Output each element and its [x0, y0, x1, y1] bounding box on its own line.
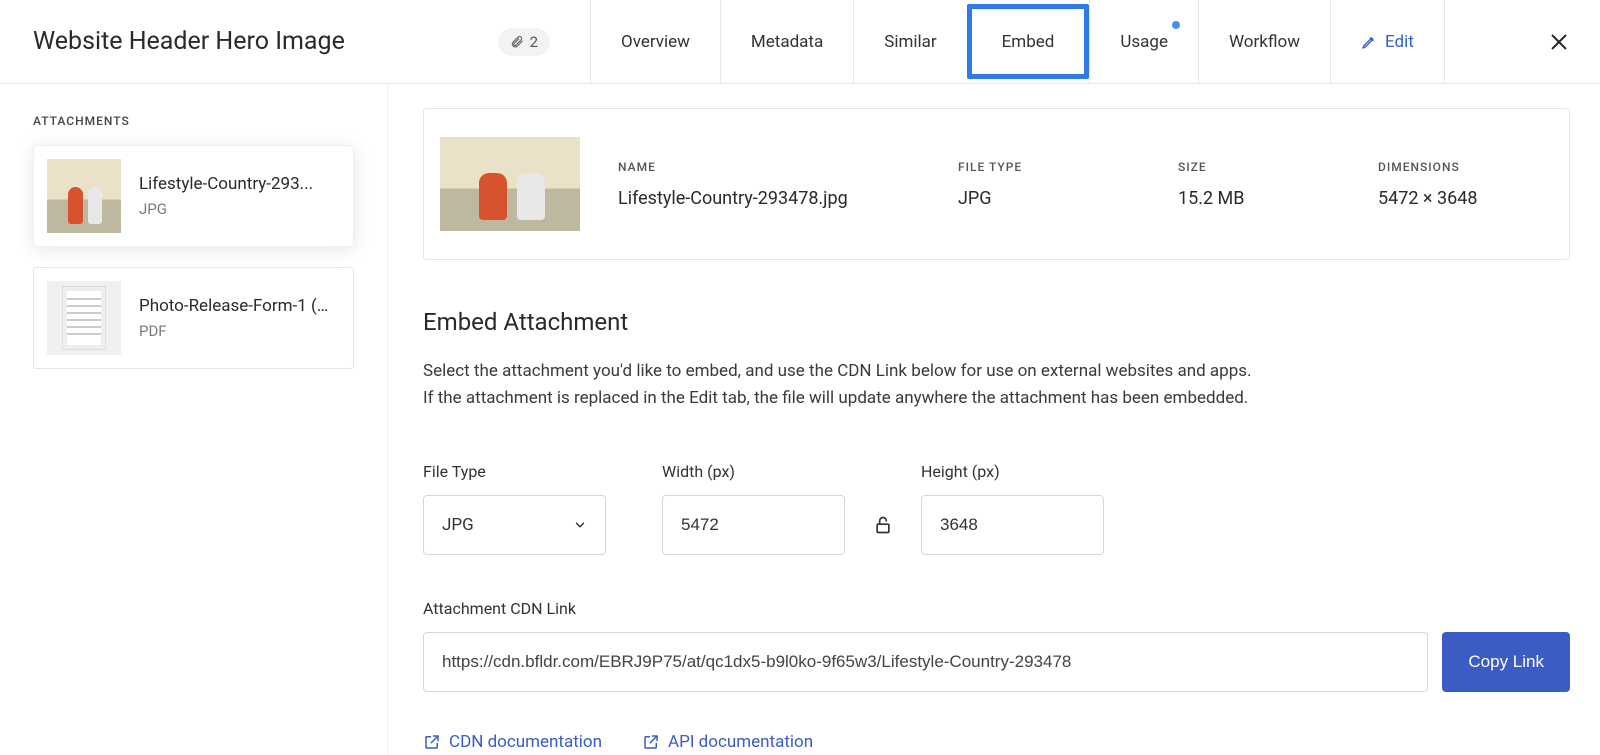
attachment-type: PDF [139, 322, 329, 340]
filetype-select-value: JPG [442, 515, 474, 535]
attachment-meta: Lifestyle-Country-293... JPG [139, 174, 313, 218]
cdn-link-input[interactable] [423, 632, 1428, 692]
pencil-icon [1361, 34, 1377, 50]
embed-desc-line1: Select the attachment you'd like to embe… [423, 361, 1252, 381]
info-label-size: SIZE [1178, 160, 1378, 174]
info-thumbnail [440, 137, 580, 231]
edit-label: Edit [1385, 32, 1414, 52]
tab-similar[interactable]: Similar [853, 0, 966, 83]
tab-workflow[interactable]: Workflow [1198, 0, 1330, 83]
api-doc-link[interactable]: API documentation [642, 732, 813, 752]
info-value-name: Lifestyle-Country-293478.jpg [618, 188, 958, 209]
attachment-count: 2 [530, 33, 538, 51]
api-doc-text: API documentation [668, 732, 813, 752]
aspect-lock-button[interactable] [863, 495, 903, 555]
filetype-select[interactable]: JPG [423, 495, 606, 555]
doc-links: CDN documentation API documentation [423, 732, 1570, 752]
info-label-name: NAME [618, 160, 958, 174]
info-value-size: 15.2 MB [1178, 188, 1378, 209]
paperclip-icon [510, 35, 524, 49]
chevron-down-icon [573, 518, 587, 532]
attachment-count-badge[interactable]: 2 [498, 28, 550, 56]
cdn-doc-text: CDN documentation [449, 732, 602, 752]
info-value-dimensions: 5472 × 3648 [1378, 188, 1529, 209]
tab-usage-label: Usage [1120, 32, 1168, 52]
copy-link-button[interactable]: Copy Link [1442, 632, 1570, 692]
main: NAME Lifestyle-Country-293478.jpg FILE T… [388, 84, 1600, 755]
file-info-panel: NAME Lifestyle-Country-293478.jpg FILE T… [423, 108, 1570, 260]
close-icon [1548, 31, 1570, 53]
tabs: Overview Metadata Similar Embed Usage Wo… [590, 0, 1445, 83]
info-label-dimensions: DIMENSIONS [1378, 160, 1529, 174]
width-label: Width (px) [662, 462, 845, 481]
attachment-card[interactable]: Photo-Release-Form-1 (... PDF [33, 267, 354, 369]
attachment-card[interactable]: Lifestyle-Country-293... JPG [33, 145, 354, 247]
width-input[interactable] [662, 495, 845, 555]
tab-embed[interactable]: Embed [967, 4, 1090, 79]
attachment-name: Lifestyle-Country-293... [139, 174, 313, 194]
sidebar-title: ATTACHMENTS [33, 114, 354, 128]
sidebar: ATTACHMENTS Lifestyle-Country-293... JPG… [0, 84, 388, 755]
embed-desc: Select the attachment you'd like to embe… [423, 358, 1423, 412]
attachment-meta: Photo-Release-Form-1 (... PDF [139, 296, 329, 340]
embed-desc-line2: If the attachment is replaced in the Edi… [423, 388, 1248, 408]
close-button[interactable] [1548, 31, 1570, 53]
height-input[interactable] [921, 495, 1104, 555]
cdn-doc-link[interactable]: CDN documentation [423, 732, 602, 752]
attachment-thumb-image [47, 159, 121, 233]
info-label-filetype: FILE TYPE [958, 160, 1178, 174]
embed-form-row: File Type JPG Width (px) Height (px) [423, 462, 1570, 555]
filetype-label: File Type [423, 462, 606, 481]
external-link-icon [423, 733, 441, 751]
height-label: Height (px) [921, 462, 1104, 481]
external-link-icon [642, 733, 660, 751]
info-value-filetype: JPG [958, 188, 1178, 209]
cdn-row: Attachment CDN Link Copy Link [423, 599, 1570, 692]
tab-edit[interactable]: Edit [1330, 0, 1445, 83]
header-bar: Website Header Hero Image 2 Overview Met… [0, 0, 1600, 84]
page-title: Website Header Hero Image [33, 27, 345, 56]
embed-section-title: Embed Attachment [423, 308, 1570, 336]
tab-metadata[interactable]: Metadata [720, 0, 853, 83]
body: ATTACHMENTS Lifestyle-Country-293... JPG… [0, 84, 1600, 755]
cdn-label: Attachment CDN Link [423, 599, 1570, 618]
tab-usage[interactable]: Usage [1089, 0, 1198, 83]
lock-icon [873, 514, 893, 536]
info-grid: NAME Lifestyle-Country-293478.jpg FILE T… [618, 160, 1529, 209]
attachment-type: JPG [139, 200, 313, 218]
notification-dot-icon [1172, 21, 1180, 29]
tab-overview[interactable]: Overview [590, 0, 720, 83]
title-section: Website Header Hero Image 2 [0, 27, 590, 56]
attachment-name: Photo-Release-Form-1 (... [139, 296, 329, 316]
attachment-thumb-pdf [47, 281, 121, 355]
